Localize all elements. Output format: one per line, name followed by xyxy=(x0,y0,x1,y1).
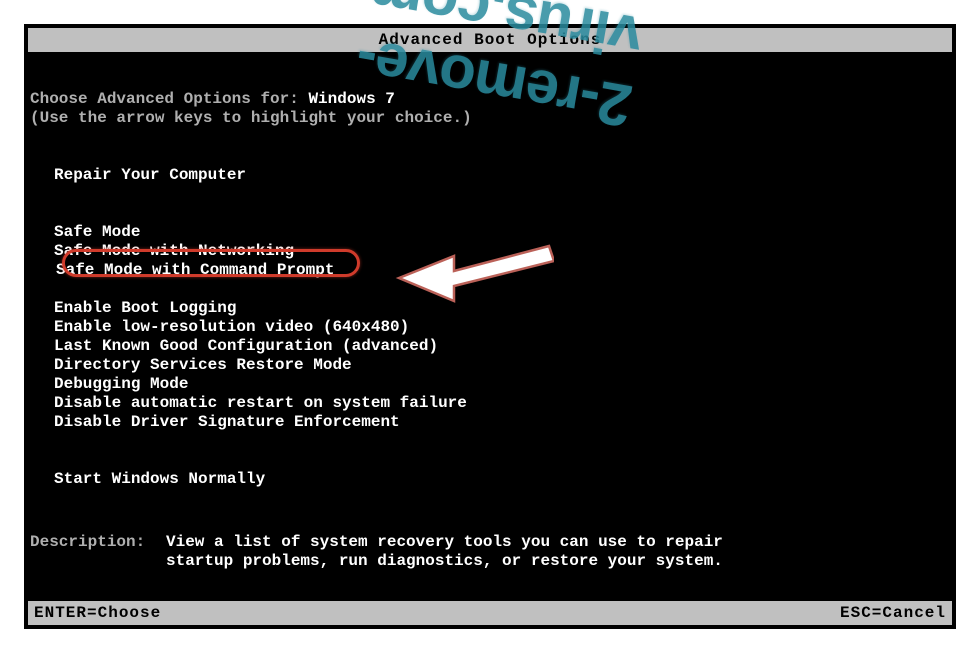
description-label: Description: xyxy=(30,533,166,571)
choose-line: Choose Advanced Options for: Windows 7 xyxy=(30,90,950,109)
hint-line: (Use the arrow keys to highlight your ch… xyxy=(30,109,950,128)
os-name: Windows 7 xyxy=(308,90,394,108)
description-block: Description: View a list of system recov… xyxy=(30,533,950,571)
option-low-res[interactable]: Enable low-resolution video (640x480) xyxy=(30,318,950,337)
content-area: Choose Advanced Options for: Windows 7 (… xyxy=(24,52,956,571)
title-bar: Advanced Boot Options xyxy=(28,28,952,52)
option-repair[interactable]: Repair Your Computer xyxy=(30,166,950,185)
option-disable-driver-sig[interactable]: Disable Driver Signature Enforcement xyxy=(30,413,950,432)
footer-enter: ENTER=Choose xyxy=(34,604,161,622)
description-text: View a list of system recovery tools you… xyxy=(166,533,723,571)
option-last-known[interactable]: Last Known Good Configuration (advanced) xyxy=(30,337,950,356)
boot-screen: Advanced Boot Options Choose Advanced Op… xyxy=(24,24,956,629)
option-disable-restart[interactable]: Disable automatic restart on system fail… xyxy=(30,394,950,413)
footer-bar: ENTER=Choose ESC=Cancel xyxy=(28,601,952,625)
option-debug[interactable]: Debugging Mode xyxy=(30,375,950,394)
footer-esc: ESC=Cancel xyxy=(840,604,946,622)
option-start-normally[interactable]: Start Windows Normally xyxy=(30,470,950,489)
title-text: Advanced Boot Options xyxy=(379,31,602,49)
option-dsrm[interactable]: Directory Services Restore Mode xyxy=(30,356,950,375)
arrow-annotation xyxy=(394,216,554,306)
highlight-annotation xyxy=(62,249,360,277)
